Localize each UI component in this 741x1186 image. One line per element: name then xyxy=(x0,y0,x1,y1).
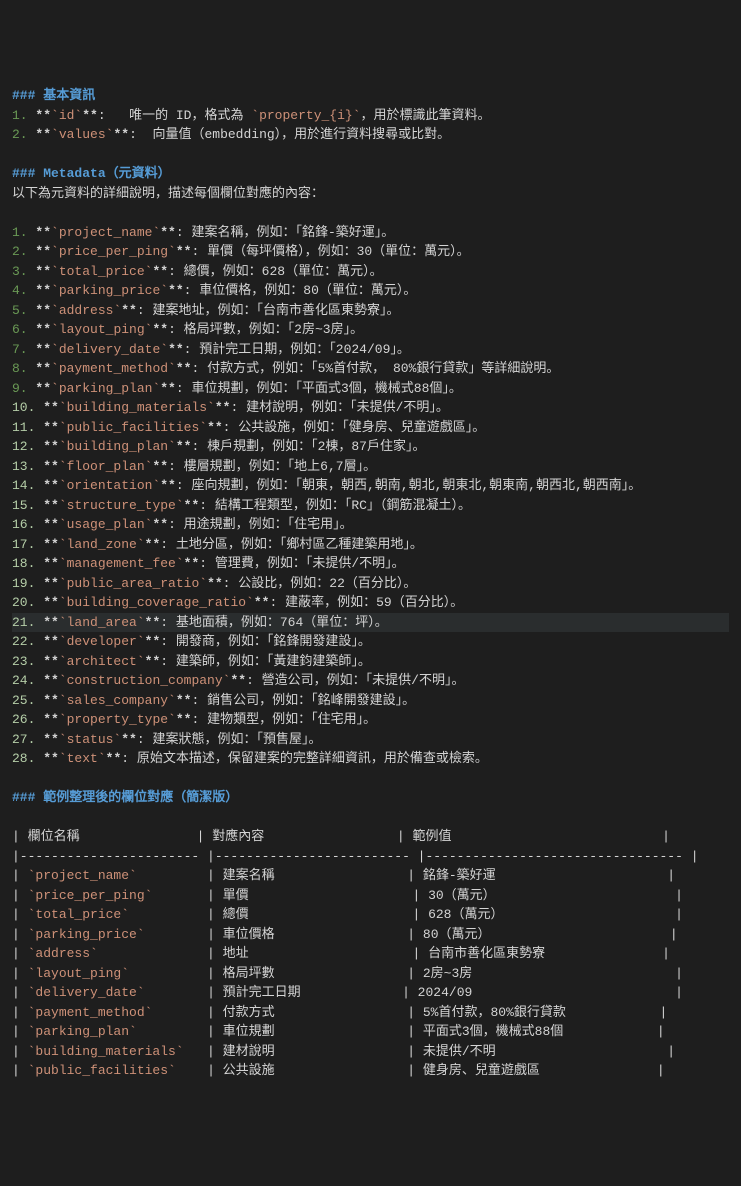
blank-line xyxy=(12,769,729,789)
list-item-meta-9: 10. **`building_materials`**: 建材說明，例如：「未… xyxy=(12,398,729,418)
list-item-meta-8: 9. **`parking_plan`**: 車位規劃，例如：「平面式3個，機械… xyxy=(12,379,729,399)
list-item-meta-3: 4. **`parking_price`**: 車位價格，例如：80（單位：萬元… xyxy=(12,281,729,301)
list-item-meta-10: 11. **`public_facilities`**: 公共設施，例如：「健身… xyxy=(12,418,729,438)
table-row-1: | `price_per_ping` | 單價 | 30（萬元） | xyxy=(12,886,729,906)
table-row-0: | `project_name` | 建案名稱 | 銘鋒-築好運 | xyxy=(12,866,729,886)
list-item-meta-1: 2. **`price_per_ping`**: 單價（每坪價格），例如：30（… xyxy=(12,242,729,262)
list-item-meta-2: 3. **`total_price`**: 總價，例如：628（單位：萬元）。 xyxy=(12,262,729,282)
list-item-meta-12: 13. **`floor_plan`**: 樓層規劃，例如：「地上6,7層」。 xyxy=(12,457,729,477)
list-item-basic-1: 2. **`values`**: 向量值（embedding），用於進行資料搜尋… xyxy=(12,125,729,145)
list-item-meta-26: 27. **`status`**: 建案狀態，例如：「預售屋」。 xyxy=(12,730,729,750)
list-item-basic-0: 1. **`id`**: 唯一的 ID，格式為 `property_{i}`，用… xyxy=(12,106,729,126)
table-sep: |----------------------- |--------------… xyxy=(12,847,729,867)
table-row-4: | `address` | 地址 | 台南市善化區東勢寮 | xyxy=(12,944,729,964)
table-row-9: | `building_materials` | 建材說明 | 未提供/不明 | xyxy=(12,1042,729,1062)
table-row-10: | `public_facilities` | 公共設施 | 健身房、兒童遊戲區… xyxy=(12,1061,729,1081)
heading-metadata: ### Metadata（元資料） xyxy=(12,164,729,184)
blank-line xyxy=(12,145,729,165)
table-row-2: | `total_price` | 總價 | 628（萬元） | xyxy=(12,905,729,925)
list-item-meta-27: 28. **`text`**: 原始文本描述，保留建案的完整詳細資訊，用於備查或… xyxy=(12,749,729,769)
list-item-meta-14: 15. **`structure_type`**: 結構工程類型，例如：「RC」… xyxy=(12,496,729,516)
heading-basic-info: ### 基本資訊 xyxy=(12,86,729,106)
blank-line xyxy=(12,808,729,828)
list-item-meta-0: 1. **`project_name`**: 建案名稱，例如：「銘鋒-築好運」。 xyxy=(12,223,729,243)
table-row-5: | `layout_ping` | 格局坪數 | 2房~3房 | xyxy=(12,964,729,984)
list-item-meta-6: 7. **`delivery_date`**: 預計完工日期，例如：「2024/… xyxy=(12,340,729,360)
table-row-6: | `delivery_date` | 預計完工日期 | 2024/09 | xyxy=(12,983,729,1003)
list-item-meta-23: 24. **`construction_company`**: 營造公司，例如：… xyxy=(12,671,729,691)
list-item-meta-5: 6. **`layout_ping`**: 格局坪數，例如：「2房~3房」。 xyxy=(12,320,729,340)
list-item-meta-13: 14. **`orientation`**: 座向規劃，例如：「朝東，朝西,朝南… xyxy=(12,476,729,496)
blank-line xyxy=(12,203,729,223)
list-item-meta-18: 19. **`public_area_ratio`**: 公設比，例如：22（百… xyxy=(12,574,729,594)
list-item-meta-25: 26. **`property_type`**: 建物類型，例如：「住宅用」。 xyxy=(12,710,729,730)
list-item-meta-7: 8. **`payment_method`**: 付款方式，例如：「5%首付款，… xyxy=(12,359,729,379)
table-row-3: | `parking_price` | 車位價格 | 80（萬元） | xyxy=(12,925,729,945)
markdown-document: ### 基本資訊1. **`id`**: 唯一的 ID，格式為 `propert… xyxy=(12,86,729,1081)
list-item-meta-24: 25. **`sales_company`**: 銷售公司，例如：「銘峰開發建設… xyxy=(12,691,729,711)
list-item-meta-20: 21. **`land_area`**: 基地面積，例如：764（單位：坪）。 xyxy=(12,613,729,633)
list-item-meta-15: 16. **`usage_plan`**: 用途規劃，例如：「住宅用」。 xyxy=(12,515,729,535)
list-item-meta-21: 22. **`developer`**: 開發商，例如：「銘鋒開發建設」。 xyxy=(12,632,729,652)
list-item-meta-17: 18. **`management_fee`**: 管理費，例如：「未提供/不明… xyxy=(12,554,729,574)
list-item-meta-22: 23. **`architect`**: 建築師，例如：「黃建鈞建築師」。 xyxy=(12,652,729,672)
heading-table: ### 範例整理後的欄位對應（簡潔版） xyxy=(12,788,729,808)
metadata-intro: 以下為元資料的詳細說明，描述每個欄位對應的內容： xyxy=(12,184,729,204)
table-row-7: | `payment_method` | 付款方式 | 5%首付款，80%銀行貸… xyxy=(12,1003,729,1023)
list-item-meta-4: 5. **`address`**: 建案地址，例如：「台南市善化區東勢寮」。 xyxy=(12,301,729,321)
list-item-meta-19: 20. **`building_coverage_ratio`**: 建蔽率，例… xyxy=(12,593,729,613)
list-item-meta-11: 12. **`building_plan`**: 棟戶規劃，例如：「2棟，87戶… xyxy=(12,437,729,457)
list-item-meta-16: 17. **`land_zone`**: 土地分區，例如：「鄉村區乙種建築用地」… xyxy=(12,535,729,555)
table-header: | 欄位名稱 | 對應內容 | 範例值 | xyxy=(12,827,729,847)
table-row-8: | `parking_plan` | 車位規劃 | 平面式3個，機械式88個 | xyxy=(12,1022,729,1042)
